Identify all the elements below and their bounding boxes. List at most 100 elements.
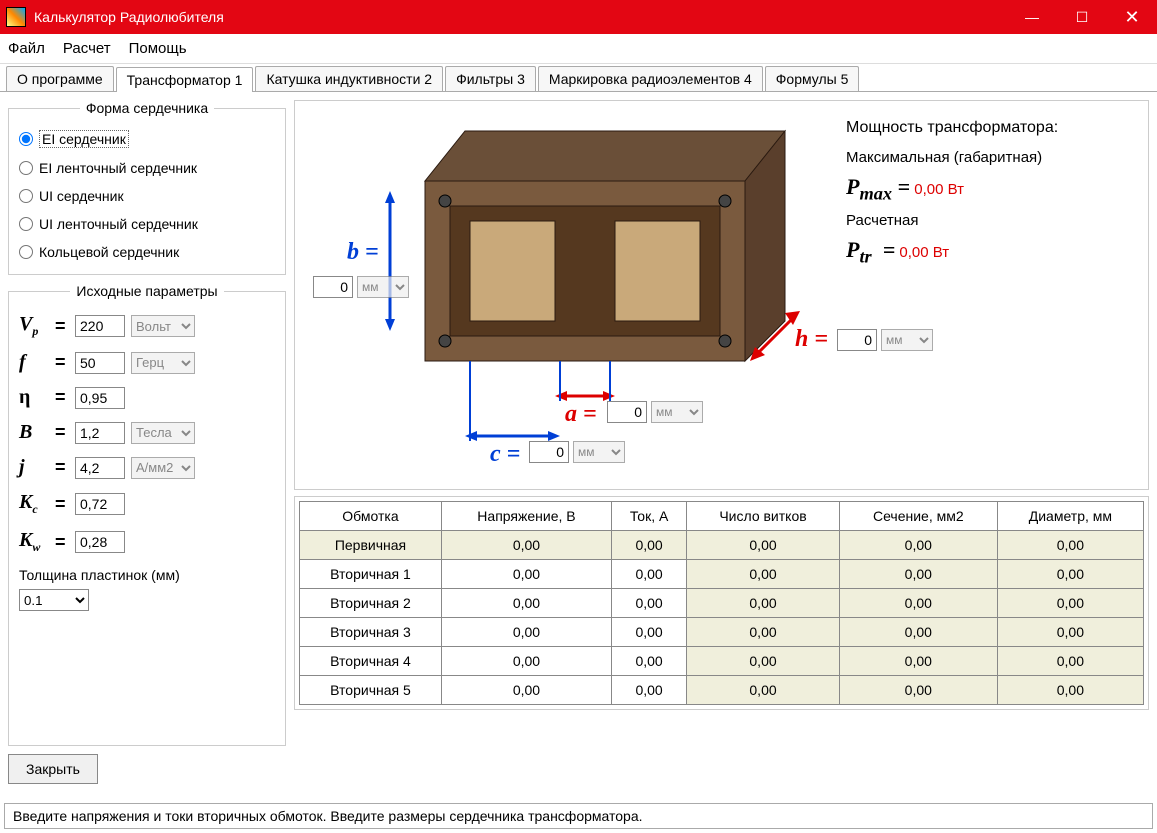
- cell-name: Вторичная 3: [300, 618, 442, 647]
- unit-dim-b[interactable]: мм: [357, 276, 409, 298]
- dim-c-group: мм: [529, 441, 625, 463]
- cell-i[interactable]: 0,00: [611, 676, 686, 705]
- dim-h-group: мм: [837, 329, 933, 351]
- status-bar: Введите напряжения и токи вторичных обмо…: [4, 803, 1153, 829]
- cell-v[interactable]: 0,00: [441, 589, 611, 618]
- input-dim-h[interactable]: [837, 329, 877, 351]
- cell-s: 0,00: [839, 618, 997, 647]
- cell-v[interactable]: 0,00: [441, 647, 611, 676]
- unit-dim-a[interactable]: мм: [651, 401, 703, 423]
- param-vp: Vp = Вольт: [19, 307, 275, 345]
- cell-s: 0,00: [839, 647, 997, 676]
- cell-name: Вторичная 1: [300, 560, 442, 589]
- thickness-select[interactable]: 0.1: [19, 589, 89, 611]
- input-kc[interactable]: [75, 493, 125, 515]
- unit-b[interactable]: Тесла: [131, 422, 195, 444]
- radio-ei-tape-input[interactable]: [19, 161, 33, 175]
- cell-n: 0,00: [687, 676, 840, 705]
- label-dim-c: c =: [490, 441, 520, 468]
- menu-calc[interactable]: Расчет: [63, 40, 111, 57]
- pmax-label: Максимальная (габаритная): [846, 149, 1136, 166]
- radio-ei-input[interactable]: [19, 132, 33, 146]
- tab-formulas[interactable]: Формулы 5: [765, 66, 860, 91]
- unit-vp[interactable]: Вольт: [131, 315, 195, 337]
- maximize-button[interactable]: ☐: [1057, 0, 1107, 34]
- close-button[interactable]: Закрыть: [8, 754, 98, 784]
- cell-name: Вторичная 4: [300, 647, 442, 676]
- input-eta[interactable]: [75, 387, 125, 409]
- cell-i[interactable]: 0,00: [611, 618, 686, 647]
- input-dim-a[interactable]: [607, 401, 647, 423]
- input-kw[interactable]: [75, 531, 125, 553]
- title-bar: Калькулятор Радиолюбителя — ☐ ✕: [0, 0, 1157, 34]
- param-j: j = А/мм2: [19, 450, 275, 485]
- radio-ui-tape-label: UI ленточный сердечник: [39, 216, 198, 232]
- input-b-flux[interactable]: [75, 422, 125, 444]
- cell-name: Вторичная 2: [300, 589, 442, 618]
- dim-a-group: мм: [607, 401, 703, 423]
- table-row: Вторичная 50,000,000,000,000,00: [300, 676, 1144, 705]
- table-row: Вторичная 10,000,000,000,000,00: [300, 560, 1144, 589]
- app-icon: [6, 7, 26, 27]
- sym-kc: Kc: [19, 491, 49, 517]
- label-dim-a: a =: [565, 401, 597, 428]
- cell-v[interactable]: 0,00: [441, 676, 611, 705]
- cell-n: 0,00: [687, 589, 840, 618]
- param-kw: Kw =: [19, 523, 275, 561]
- cell-d: 0,00: [997, 560, 1143, 589]
- radio-ring-input[interactable]: [19, 245, 33, 259]
- unit-f[interactable]: Герц: [131, 352, 195, 374]
- cell-name: Первичная: [300, 531, 442, 560]
- cell-d: 0,00: [997, 618, 1143, 647]
- tab-filters[interactable]: Фильтры 3: [445, 66, 536, 91]
- unit-dim-h[interactable]: мм: [881, 329, 933, 351]
- sym-b: B: [19, 421, 49, 444]
- unit-dim-c[interactable]: мм: [573, 441, 625, 463]
- input-dim-c[interactable]: [529, 441, 569, 463]
- cell-v[interactable]: 0,00: [441, 560, 611, 589]
- window-title: Калькулятор Радиолюбителя: [34, 9, 224, 25]
- input-vp[interactable]: [75, 315, 125, 337]
- radio-ei[interactable]: EI сердечник: [19, 124, 275, 154]
- sym-j: j: [19, 456, 49, 479]
- cell-v[interactable]: 0,00: [441, 618, 611, 647]
- tab-markings[interactable]: Маркировка радиоэлементов 4: [538, 66, 763, 91]
- input-f[interactable]: [75, 352, 125, 374]
- tab-transformer[interactable]: Трансформатор 1: [116, 67, 254, 92]
- menu-file[interactable]: Файл: [8, 40, 45, 57]
- param-kc: Kc =: [19, 485, 275, 523]
- core-shape-legend: Форма сердечника: [80, 100, 214, 116]
- tab-inductor[interactable]: Катушка индуктивности 2: [255, 66, 443, 91]
- minimize-button[interactable]: —: [1007, 0, 1057, 34]
- dim-b-group: мм: [313, 276, 409, 298]
- cell-d: 0,00: [997, 647, 1143, 676]
- radio-ei-tape[interactable]: EI ленточный сердечник: [19, 154, 275, 182]
- param-b: B = Тесла: [19, 415, 275, 450]
- cell-i[interactable]: 0,00: [611, 589, 686, 618]
- radio-ui-input[interactable]: [19, 189, 33, 203]
- sym-kw: Kw: [19, 529, 49, 555]
- cell-s: 0,00: [839, 531, 997, 560]
- cell-i[interactable]: 0,00: [611, 647, 686, 676]
- radio-ui-tape-input[interactable]: [19, 217, 33, 231]
- cell-name: Вторичная 5: [300, 676, 442, 705]
- radio-ring[interactable]: Кольцевой сердечник: [19, 238, 275, 266]
- tab-about[interactable]: О программе: [6, 66, 114, 91]
- radio-ui-tape[interactable]: UI ленточный сердечник: [19, 210, 275, 238]
- radio-ui[interactable]: UI сердечник: [19, 182, 275, 210]
- cell-n: 0,00: [687, 647, 840, 676]
- col-voltage: Напряжение, В: [441, 502, 611, 531]
- radio-ui-label: UI сердечник: [39, 188, 124, 204]
- cell-n: 0,00: [687, 560, 840, 589]
- cell-v: 0,00: [441, 531, 611, 560]
- window-close-button[interactable]: ✕: [1107, 0, 1157, 34]
- ptr-label: Расчетная: [846, 212, 1136, 229]
- cell-d: 0,00: [997, 676, 1143, 705]
- col-diameter: Диаметр, мм: [997, 502, 1143, 531]
- menu-help[interactable]: Помощь: [129, 40, 187, 57]
- input-j[interactable]: [75, 457, 125, 479]
- unit-j[interactable]: А/мм2: [131, 457, 195, 479]
- cell-i[interactable]: 0,00: [611, 560, 686, 589]
- input-dim-b[interactable]: [313, 276, 353, 298]
- sym-vp: Vp: [19, 313, 49, 339]
